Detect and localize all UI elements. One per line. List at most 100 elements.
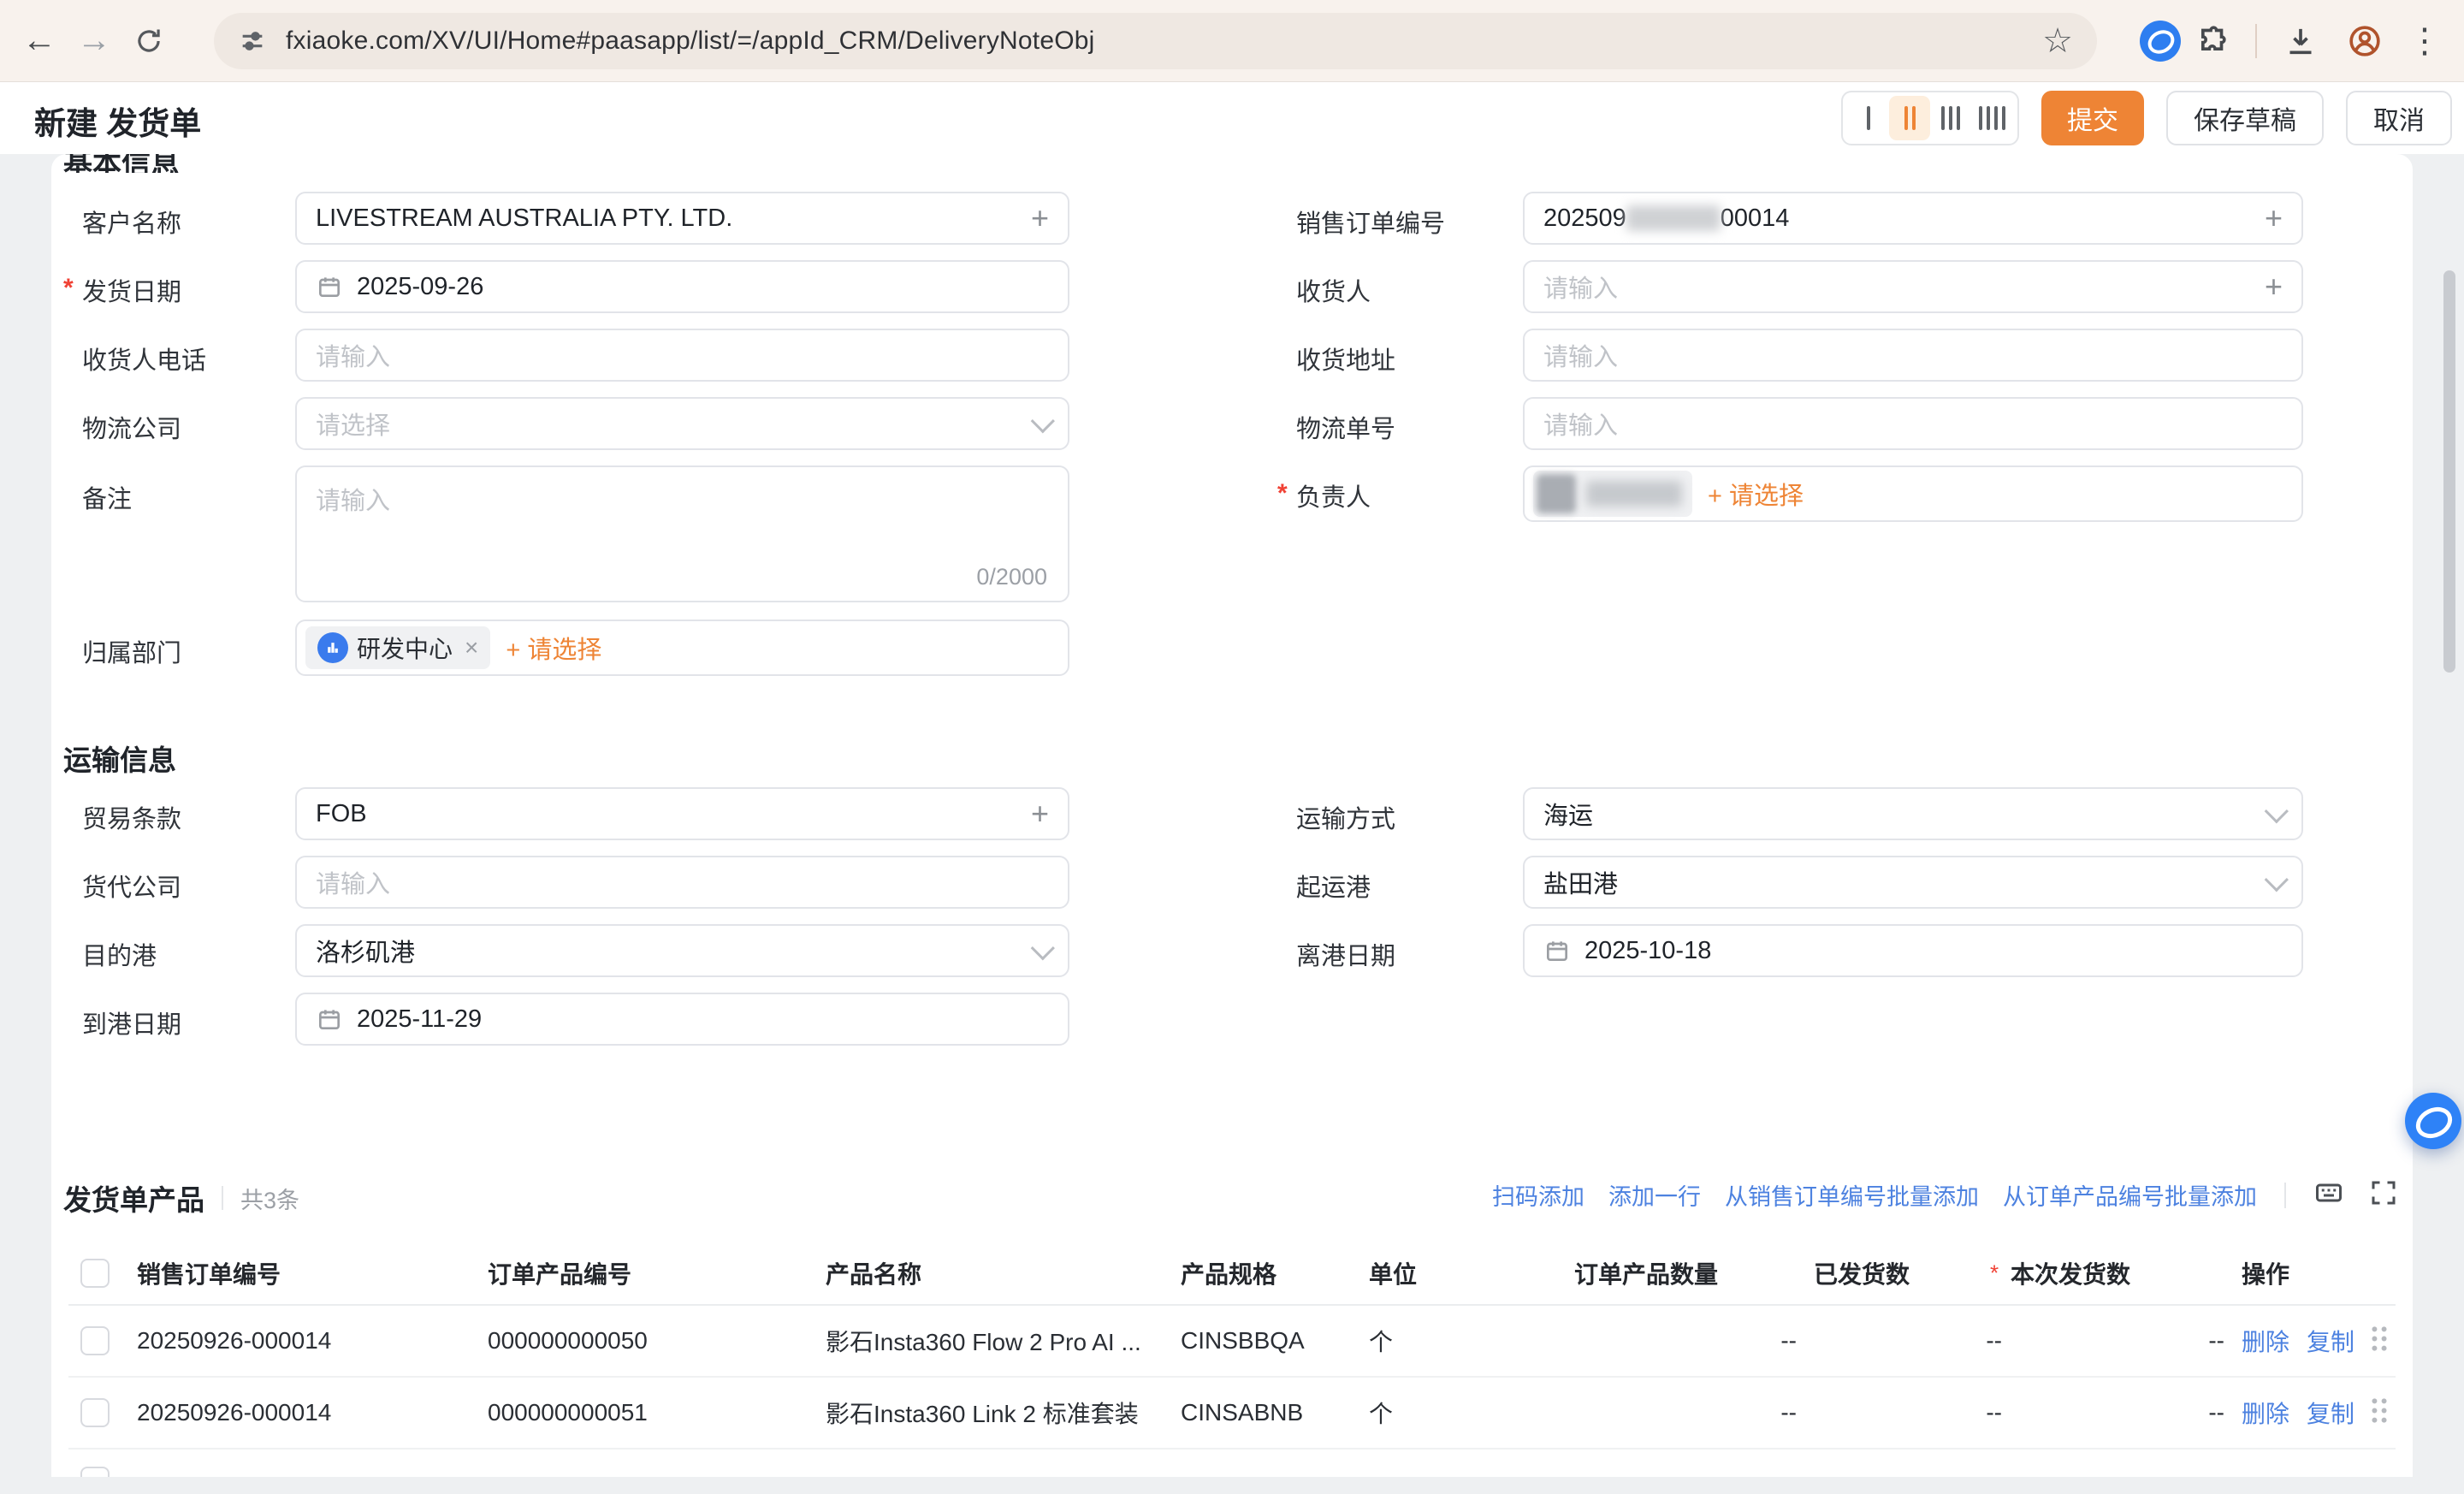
row-copy-link[interactable]: 复制 xyxy=(2307,1396,2354,1430)
cell-order-product-no: 000000000050 xyxy=(488,1327,648,1355)
transport-mode-select[interactable]: 海运 xyxy=(1523,787,2303,840)
fullscreen-icon[interactable] xyxy=(2368,1177,2399,1212)
department-icon xyxy=(317,632,348,663)
row-checkbox[interactable] xyxy=(80,1398,110,1427)
drag-handle-icon[interactable] xyxy=(2368,1396,2390,1430)
customer-lookup-plus-icon[interactable]: + xyxy=(1031,203,1049,234)
add-row-link[interactable]: 添加一行 xyxy=(1608,1178,1701,1212)
logistics-no-field[interactable]: 请输入 xyxy=(1523,397,2303,450)
logistics-company-select[interactable]: 请选择 xyxy=(295,397,1069,450)
back-arrow-icon[interactable]: ← xyxy=(12,14,67,68)
download-icon[interactable] xyxy=(2272,12,2330,70)
row-delete-link[interactable]: 删除 xyxy=(2242,1396,2289,1430)
forward-arrow-icon[interactable]: → xyxy=(67,14,121,68)
scan-add-link[interactable]: 扫码添加 xyxy=(1492,1178,1584,1212)
header-spec: 产品规格 xyxy=(1181,1256,1276,1290)
drag-handle-icon[interactable] xyxy=(2368,1325,2390,1358)
site-settings-icon[interactable] xyxy=(238,27,267,56)
etd-field[interactable]: 2025-10-18 xyxy=(1523,924,2303,977)
ship-date-field[interactable]: 2025-09-26 xyxy=(295,260,1069,313)
layout-one-column[interactable] xyxy=(1848,96,1889,140)
cell-order-product-no: 000000000051 xyxy=(488,1399,648,1426)
keyboard-shortcuts-icon[interactable] xyxy=(2313,1177,2344,1212)
customer-name-value: LIVESTREAM AUSTRALIA PTY. LTD. xyxy=(316,205,732,233)
bookmark-star-icon[interactable]: ☆ xyxy=(2042,21,2073,61)
sales-order-field[interactable]: 20250900014 + xyxy=(1523,192,2303,245)
reload-icon[interactable] xyxy=(121,14,176,68)
customer-name-label: 客户名称 xyxy=(82,204,181,240)
customer-name-field[interactable]: LIVESTREAM AUSTRALIA PTY. LTD. + xyxy=(295,192,1069,245)
actions-divider xyxy=(2284,1183,2286,1208)
cell-product-name: 影石Insta360 Link 2 标准套装 xyxy=(826,1396,1139,1430)
row-delete-link[interactable]: 删除 xyxy=(2242,1324,2289,1358)
consignee-phone-placeholder: 请输入 xyxy=(316,337,390,373)
extensions-puzzle-icon[interactable] xyxy=(2182,12,2240,70)
owner-select-link[interactable]: + 请选择 xyxy=(1708,476,1804,512)
consignee-label: 收货人 xyxy=(1296,272,1371,308)
header-order-product-no: 订单产品编号 xyxy=(488,1256,631,1290)
department-select-link[interactable]: + 请选择 xyxy=(506,630,601,666)
ship-address-label: 收货地址 xyxy=(1296,341,1395,376)
vertical-scrollbar-thumb[interactable] xyxy=(2443,270,2455,673)
profile-avatar-icon[interactable] xyxy=(2336,12,2394,70)
sales-order-lookup-plus-icon[interactable]: + xyxy=(2265,203,2283,234)
this-qty-required-mark: * xyxy=(1990,1260,1999,1287)
row-checkbox[interactable] xyxy=(80,1326,110,1355)
calendar-icon xyxy=(316,273,343,300)
cancel-button[interactable]: 取消 xyxy=(2346,91,2452,145)
cell-spec: CINSBBQA xyxy=(1181,1327,1305,1355)
consignee-field[interactable]: 请输入 + xyxy=(1523,260,2303,313)
forwarder-field[interactable]: 请输入 xyxy=(295,856,1069,909)
layout-three-column[interactable] xyxy=(1930,96,1971,140)
transport-mode-value: 海运 xyxy=(1543,796,1593,832)
url-bar[interactable]: fxiaoke.com/XV/UI/Home#paasapp/list/=/ap… xyxy=(214,13,2097,69)
trade-terms-lookup-plus-icon[interactable]: + xyxy=(1031,798,1049,829)
cell-sales-order-no: 20250926-000014 xyxy=(137,1327,331,1355)
trade-terms-field[interactable]: FOB + xyxy=(295,787,1069,840)
consignee-phone-field[interactable]: 请输入 xyxy=(295,329,1069,382)
departure-port-select[interactable]: 盐田港 xyxy=(1523,856,2303,909)
row-checkbox[interactable] xyxy=(80,1467,110,1477)
destination-port-select[interactable]: 洛杉矶港 xyxy=(295,924,1069,977)
trade-terms-label: 贸易条款 xyxy=(82,799,181,835)
owner-field[interactable]: + 请选择 xyxy=(1523,465,2303,522)
cell-order-qty: -- xyxy=(1780,1399,1797,1426)
table-row-partial xyxy=(68,1450,2396,1477)
fxiaoke-assistant-fab[interactable] xyxy=(2405,1093,2461,1149)
row-copy-link[interactable]: 复制 xyxy=(2307,1324,2354,1358)
batch-by-order-product-link[interactable]: 从订单产品编号批量添加 xyxy=(2003,1178,2257,1212)
department-remove-icon[interactable]: × xyxy=(465,634,478,661)
count-divider xyxy=(222,1186,223,1210)
cell-sales-order-no: 20250926-000014 xyxy=(137,1399,331,1426)
menu-kebab-icon[interactable]: ⋮ xyxy=(2396,12,2454,70)
owner-label: 负责人 xyxy=(1296,477,1371,513)
etd-label: 离港日期 xyxy=(1296,936,1395,972)
section-transport-title: 运输信息 xyxy=(63,738,176,779)
consignee-lookup-plus-icon[interactable]: + xyxy=(2265,271,2283,302)
layout-two-column[interactable] xyxy=(1889,96,1930,140)
submit-button[interactable]: 提交 xyxy=(2041,91,2144,145)
sales-order-value-suffix: 00014 xyxy=(1721,205,1790,233)
destination-port-value: 洛杉矶港 xyxy=(316,933,415,969)
fxiaoke-extension-icon[interactable] xyxy=(2131,12,2189,70)
layout-four-column[interactable] xyxy=(1971,96,2012,140)
remark-textarea[interactable]: 请输入 0/2000 xyxy=(295,465,1069,602)
select-all-checkbox[interactable] xyxy=(80,1259,110,1288)
eta-field[interactable]: 2025-11-29 xyxy=(295,993,1069,1046)
department-tag[interactable]: 研发中心 × xyxy=(305,626,490,669)
forwarder-placeholder: 请输入 xyxy=(316,864,390,900)
ship-address-field[interactable]: 请输入 xyxy=(1523,329,2303,382)
cell-shipped-qty: -- xyxy=(1986,1399,2002,1426)
header-sales-order-no: 销售订单编号 xyxy=(137,1256,281,1290)
header-this-shipment-qty: 本次发货数 xyxy=(2011,1256,2130,1290)
products-count: 共3条 xyxy=(240,1182,299,1215)
layout-column-toggle[interactable] xyxy=(1841,91,2019,145)
owner-tag[interactable] xyxy=(1533,471,1692,517)
cell-this-qty: -- xyxy=(2208,1327,2224,1355)
save-draft-button[interactable]: 保存草稿 xyxy=(2166,91,2324,145)
table-header-row: 销售订单编号 订单产品编号 产品名称 产品规格 单位 订单产品数量 已发货数 *… xyxy=(68,1242,2396,1306)
department-field[interactable]: 研发中心 × + 请选择 xyxy=(295,620,1069,676)
url-text[interactable]: fxiaoke.com/XV/UI/Home#paasapp/list/=/ap… xyxy=(286,27,2042,56)
batch-by-sales-order-link[interactable]: 从销售订单编号批量添加 xyxy=(1725,1178,1979,1212)
header-product-name: 产品名称 xyxy=(826,1256,921,1290)
